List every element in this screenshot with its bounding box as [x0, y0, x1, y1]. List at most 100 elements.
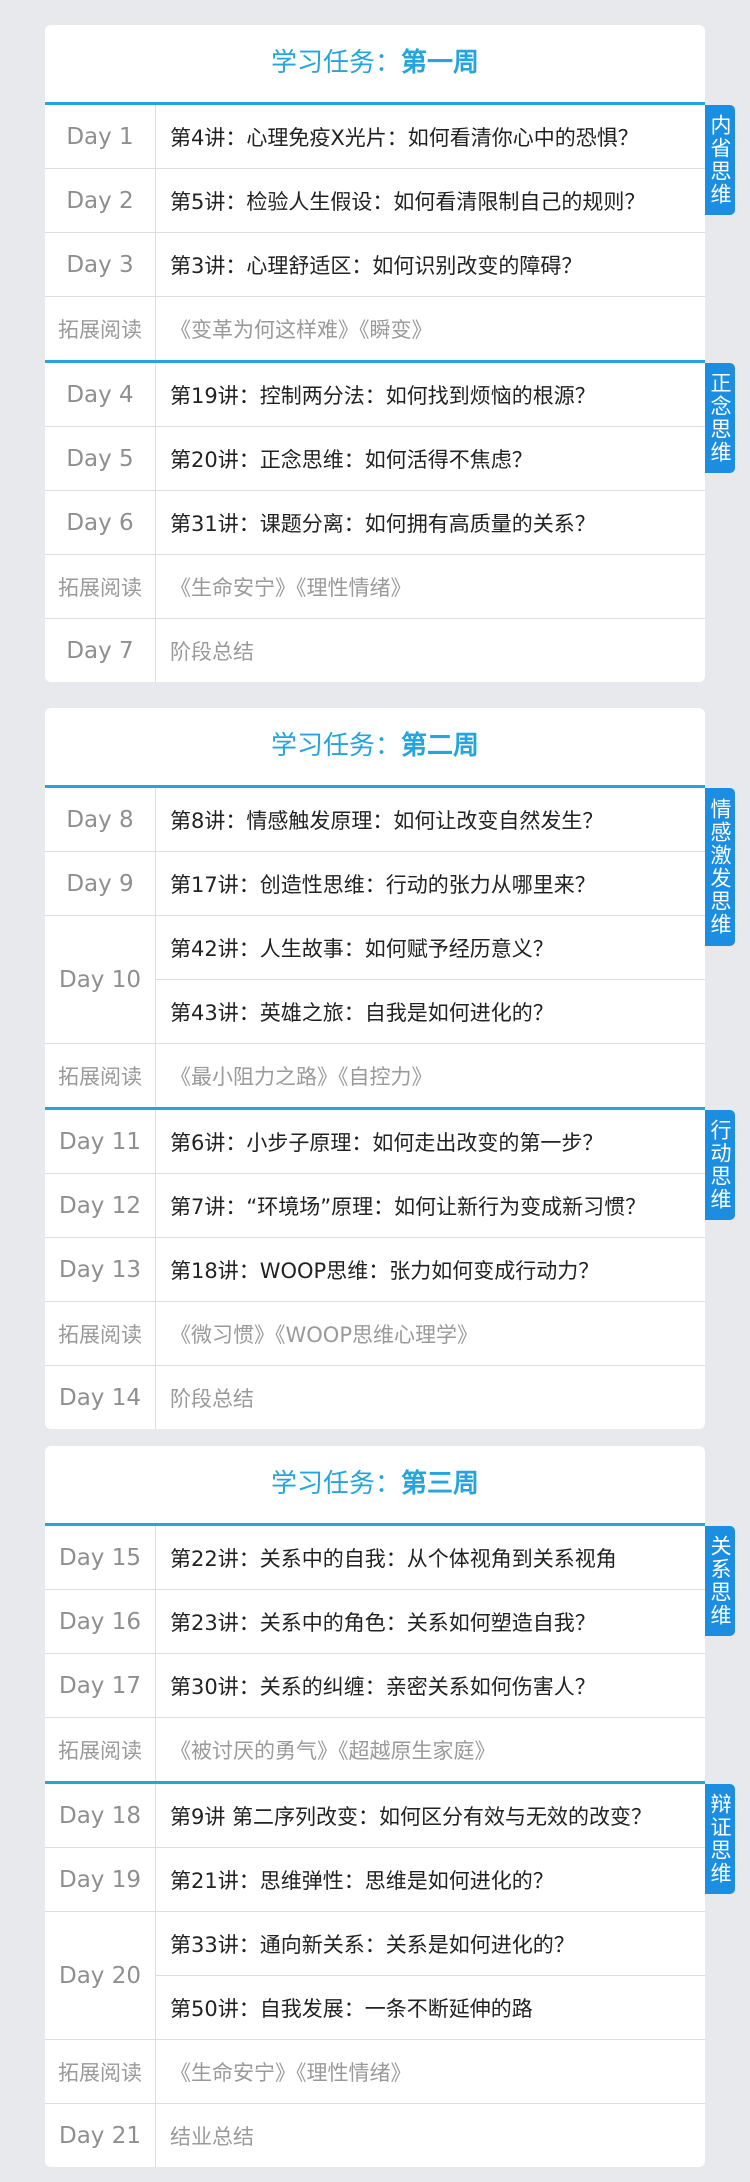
table-row: Day 11 第6讲：小步子原理：如何走出改变的第一步？: [45, 1110, 705, 1173]
day-label: Day 9: [45, 852, 156, 915]
table-row: Day 17 第30讲：关系的纠缠：亲密关系如何伤害人？: [45, 1653, 705, 1717]
table-row: 拓展阅读 《变革为何这样难》《瞬变》: [45, 296, 705, 360]
day-label: Day 1: [45, 105, 156, 168]
table-row: 拓展阅读 《生命安宁》《理性情绪》: [45, 2039, 705, 2103]
day-label: Day 13: [45, 1238, 156, 1301]
day-label: Day 10: [45, 916, 156, 1043]
lecture-link[interactable]: 第42讲：人生故事：如何赋予经历意义？: [156, 916, 705, 979]
topic-tag: 行动思维: [705, 1110, 735, 1220]
lecture-link[interactable]: 第19讲：控制两分法：如何找到烦恼的根源？: [156, 363, 705, 426]
table-row: Day 21 结业总结: [45, 2103, 705, 2167]
week-card: 学习任务：第二周 Day 8 第8讲：情感触发原理：如何让改变自然发生？ Day …: [45, 708, 735, 1429]
table-row: Day 15 第22讲：关系中的自我：从个体视角到关系视角: [45, 1526, 705, 1589]
reading-list: 《生命安宁》《理性情绪》: [170, 2060, 412, 2085]
lecture-link[interactable]: 第33讲：通向新关系：关系是如何进化的？: [156, 1912, 705, 1975]
week-title: 学习任务：第一周: [45, 25, 705, 105]
day-label: Day 8: [45, 788, 156, 851]
lecture-link[interactable]: 第22讲：关系中的自我：从个体视角到关系视角: [156, 1526, 705, 1589]
lecture-link[interactable]: 第9讲 第二序列改变：如何区分有效与无效的改变？: [156, 1784, 705, 1847]
extended-reading-label: 拓展阅读: [45, 297, 156, 360]
extended-reading-label: 拓展阅读: [45, 1718, 156, 1781]
reading-list: 《最小阻力之路》《自控力》: [170, 1064, 433, 1089]
extended-reading-label: 拓展阅读: [45, 555, 156, 618]
day-label: Day 2: [45, 169, 156, 232]
table-row: Day 6 第31讲：课题分离：如何拥有高质量的关系？: [45, 490, 705, 554]
extended-reading-label: 拓展阅读: [45, 2040, 156, 2103]
day-label: Day 19: [45, 1848, 156, 1911]
day-label: Day 17: [45, 1654, 156, 1717]
day-label: Day 6: [45, 491, 156, 554]
table-row: Day 7 阶段总结: [45, 618, 705, 682]
table-row: Day 18 第9讲 第二序列改变：如何区分有效与无效的改变？: [45, 1784, 705, 1847]
topic-tag: 辩证思维: [705, 1784, 735, 1894]
week-card: 学习任务：第三周 Day 15 第22讲：关系中的自我：从个体视角到关系视角 Da…: [45, 1446, 735, 2167]
lecture-link[interactable]: 第23讲：关系中的角色：关系如何塑造自我？: [156, 1590, 705, 1653]
lecture-link[interactable]: 第17讲：创造性思维：行动的张力从哪里来？: [156, 852, 705, 915]
topic-group: Day 8 第8讲：情感触发原理：如何让改变自然发生？ Day 9 第17讲：创造性…: [45, 788, 735, 1107]
day-label: Day 16: [45, 1590, 156, 1653]
topic-group: Day 1 第4讲：心理免疫X光片：如何看清你心中的恐惧？ Day 2 第5讲：检验…: [45, 105, 735, 360]
table-row: Day 1 第4讲：心理免疫X光片：如何看清你心中的恐惧？: [45, 105, 705, 168]
day-label: Day 14: [45, 1366, 156, 1429]
topic-tag: 关系思维: [705, 1526, 735, 1636]
day-label: Day 21: [45, 2104, 156, 2167]
week-title: 学习任务：第三周: [45, 1446, 705, 1526]
lecture-link[interactable]: 第4讲：心理免疫X光片：如何看清你心中的恐惧？: [156, 105, 705, 168]
topic-tag: 内省思维: [705, 105, 735, 215]
lecture-link[interactable]: 第20讲：正念思维：如何活得不焦虑？: [156, 427, 705, 490]
lecture-link[interactable]: 第31讲：课题分离：如何拥有高质量的关系？: [156, 491, 705, 554]
final-summary[interactable]: 结业总结: [156, 2104, 705, 2167]
stage-summary[interactable]: 阶段总结: [156, 619, 705, 682]
lecture-link[interactable]: 第50讲：自我发展：一条不断延伸的路: [156, 1975, 705, 2039]
topic-group: Day 11 第6讲：小步子原理：如何走出改变的第一步？ Day 12 第7讲：“环…: [45, 1107, 735, 1429]
week-card: 学习任务：第一周 Day 1 第4讲：心理免疫X光片：如何看清你心中的恐惧？ Da…: [45, 25, 735, 682]
table-row: 拓展阅读 《微习惯》《WOOP思维心理学》: [45, 1301, 705, 1365]
table-row: Day 14 阶段总结: [45, 1365, 705, 1429]
lecture-link[interactable]: 第18讲：WOOP思维：张力如何变成行动力？: [156, 1238, 705, 1301]
table-row: 拓展阅读 《被讨厌的勇气》《超越原生家庭》: [45, 1717, 705, 1781]
day-label: Day 4: [45, 363, 156, 426]
table-row: Day 13 第18讲：WOOP思维：张力如何变成行动力？: [45, 1237, 705, 1301]
topic-group: Day 15 第22讲：关系中的自我：从个体视角到关系视角 Day 16 第23讲：…: [45, 1526, 735, 1781]
table-row: Day 20 第33讲：通向新关系：关系是如何进化的？ 第50讲：自我发展：一条不断…: [45, 1911, 705, 2039]
table-row: Day 5 第20讲：正念思维：如何活得不焦虑？: [45, 426, 705, 490]
lecture-link[interactable]: 第30讲：关系的纠缠：亲密关系如何伤害人？: [156, 1654, 705, 1717]
lecture-link[interactable]: 第5讲：检验人生假设：如何看清限制自己的规则？: [156, 169, 705, 232]
topic-tag: 情感激发思维: [705, 788, 735, 946]
extended-reading-label: 拓展阅读: [45, 1302, 156, 1365]
day-label: Day 11: [45, 1110, 156, 1173]
lecture-link[interactable]: 第6讲：小步子原理：如何走出改变的第一步？: [156, 1110, 705, 1173]
table-row: 拓展阅读 《生命安宁》《理性情绪》: [45, 554, 705, 618]
lecture-link[interactable]: 第8讲：情感触发原理：如何让改变自然发生？: [156, 788, 705, 851]
topic-group: Day 18 第9讲 第二序列改变：如何区分有效与无效的改变？ Day 19 第21…: [45, 1781, 735, 2167]
table-row: Day 9 第17讲：创造性思维：行动的张力从哪里来？: [45, 851, 705, 915]
topic-tag: 正念思维: [705, 363, 735, 473]
table-row: Day 16 第23讲：关系中的角色：关系如何塑造自我？: [45, 1589, 705, 1653]
day-label: Day 5: [45, 427, 156, 490]
table-row: Day 2 第5讲：检验人生假设：如何看清限制自己的规则？: [45, 168, 705, 232]
lecture-link[interactable]: 第7讲：“环境场”原理：如何让新行为变成新习惯？: [156, 1174, 705, 1237]
table-row: Day 10 第42讲：人生故事：如何赋予经历意义？ 第43讲：英雄之旅：自我是如何…: [45, 915, 705, 1043]
day-label: Day 18: [45, 1784, 156, 1847]
extended-reading-label: 拓展阅读: [45, 1044, 156, 1107]
table-row: Day 12 第7讲：“环境场”原理：如何让新行为变成新习惯？: [45, 1173, 705, 1237]
stage-summary[interactable]: 阶段总结: [156, 1366, 705, 1429]
table-row: 拓展阅读 《最小阻力之路》《自控力》: [45, 1043, 705, 1107]
table-row: Day 8 第8讲：情感触发原理：如何让改变自然发生？: [45, 788, 705, 851]
lecture-link[interactable]: 第43讲：英雄之旅：自我是如何进化的？: [156, 979, 705, 1043]
reading-list: 《微习惯》《WOOP思维心理学》: [170, 1322, 478, 1347]
table-row: Day 3 第3讲：心理舒适区：如何识别改变的障碍？: [45, 232, 705, 296]
topic-group: Day 4 第19讲：控制两分法：如何找到烦恼的根源？ Day 5 第20讲：正念思…: [45, 360, 735, 682]
lecture-link[interactable]: 第21讲：思维弹性：思维是如何进化的？: [156, 1848, 705, 1911]
reading-list: 《生命安宁》《理性情绪》: [170, 575, 412, 600]
day-label: Day 20: [45, 1912, 156, 2039]
reading-list: 《变革为何这样难》《瞬变》: [170, 317, 433, 342]
week-title: 学习任务：第二周: [45, 708, 705, 788]
day-label: Day 7: [45, 619, 156, 682]
lecture-link[interactable]: 第3讲：心理舒适区：如何识别改变的障碍？: [156, 233, 705, 296]
table-row: Day 4 第19讲：控制两分法：如何找到烦恼的根源？: [45, 363, 705, 426]
day-label: Day 12: [45, 1174, 156, 1237]
reading-list: 《被讨厌的勇气》《超越原生家庭》: [170, 1738, 496, 1763]
table-row: Day 19 第21讲：思维弹性：思维是如何进化的？: [45, 1847, 705, 1911]
day-label: Day 15: [45, 1526, 156, 1589]
